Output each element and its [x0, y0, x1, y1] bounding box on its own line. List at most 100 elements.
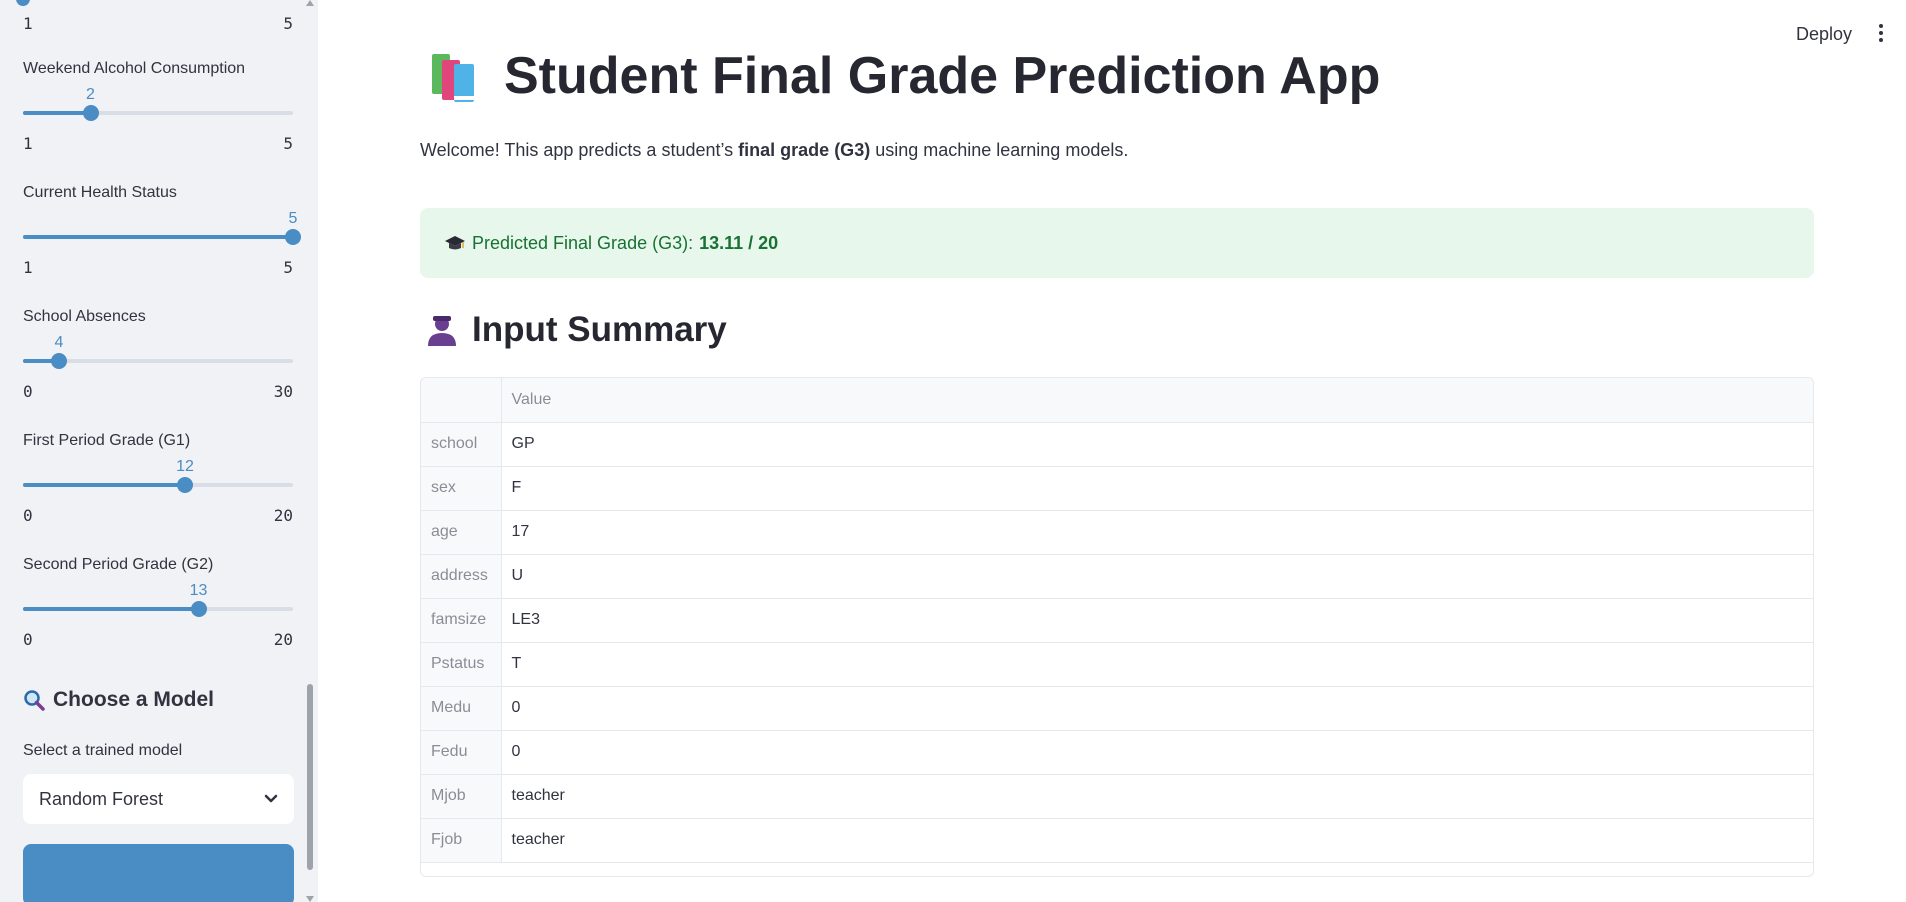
slider-fill: [23, 483, 185, 487]
chevron-down-icon: [264, 794, 278, 803]
slider-fill: [23, 235, 293, 239]
slider: Second Period Grade (G2) 13 0 20: [23, 556, 293, 666]
row-value: teacher: [501, 818, 1813, 863]
row-value: LE3: [501, 598, 1813, 643]
row-key: sex: [421, 466, 502, 511]
welcome-prefix: Welcome! This app predicts a student’s: [420, 140, 739, 160]
row-key: Fjob: [421, 818, 502, 863]
row-key: address: [421, 554, 502, 599]
row-key: Medu: [421, 686, 502, 731]
row-value: 0: [501, 730, 1813, 775]
slider-fill: [23, 111, 91, 115]
person-silhouette-icon: [428, 316, 456, 346]
slider-label: School Absences: [23, 308, 146, 325]
table-row: Mjob teacher: [421, 774, 1813, 819]
slider-thumb[interactable]: [177, 477, 193, 493]
row-key: Fedu: [421, 730, 502, 775]
slider-thumb[interactable]: [285, 229, 301, 245]
row-value: GP: [501, 422, 1813, 467]
row-key: school: [421, 422, 502, 467]
slider-min: 0: [23, 630, 33, 649]
table-row: address U: [421, 554, 1813, 599]
row-key: age: [421, 510, 502, 555]
slider-value: 4: [54, 334, 64, 351]
slider-min: 1: [23, 14, 33, 33]
slider-track[interactable]: [23, 601, 293, 617]
row-key: famsize: [421, 598, 502, 643]
row-value: T: [501, 642, 1813, 687]
scroll-down-icon[interactable]: [306, 896, 314, 902]
row-value: F: [501, 466, 1813, 511]
slider-min: 0: [23, 506, 33, 525]
slider-max: 5: [283, 134, 293, 153]
slider-value: 12: [176, 458, 194, 475]
summary-table[interactable]: Value school GP sex Fage 17 address Ufamsize LE…: [420, 377, 1814, 877]
table-row: famsize LE3: [421, 598, 1813, 643]
table-row: Fedu 0: [421, 730, 1813, 775]
page-title: Student Final Grade Prediction App: [428, 46, 1380, 106]
slider-label: First Period Grade (G1): [23, 432, 191, 449]
welcome-bold: final grade (G3): [738, 140, 871, 160]
table-row: Medu 0: [421, 686, 1813, 731]
graduation-cap-icon: [445, 236, 465, 250]
welcome-text: Welcome! This app predicts a student’s f…: [420, 140, 1128, 161]
slider-label: Weekend Alcohol Consumption: [23, 60, 246, 77]
slider-thumb[interactable]: [50, 353, 67, 369]
prediction-alert: Predicted Final Grade (G3): 13.11 / 20: [420, 208, 1814, 278]
slider-track[interactable]: [23, 353, 293, 369]
sidebar-scrollbar[interactable]: [306, 0, 314, 902]
slider: Current Health Status 5 1 5: [23, 184, 301, 294]
summary-title: Input Summary: [424, 310, 727, 350]
slider: Weekend Alcohol Consumption 2 1 5: [23, 60, 293, 170]
table-row: sex F: [421, 466, 1813, 511]
prediction-label: Predicted Final Grade (G3):: [472, 232, 694, 253]
summary-title-text: Input Summary: [472, 310, 727, 349]
slider-value: 5: [288, 210, 298, 227]
slider-max: 30: [273, 382, 293, 401]
table-row: school GP: [421, 422, 1813, 467]
row-value: 17: [501, 510, 1813, 555]
model-select-label: Select a trained model: [23, 742, 183, 759]
slider-thumb[interactable]: [16, 0, 30, 6]
slider-track[interactable]: [23, 105, 293, 121]
deploy-button[interactable]: Deploy: [1796, 24, 1852, 45]
page-title-text: Student Final Grade Prediction App: [504, 47, 1381, 105]
slider: School Absences 4 0 30: [23, 308, 293, 418]
sidebar: 1 5 Weekend Alcohol Consumption 2 1 5 Curren…: [0, 0, 318, 902]
slider-min: 1: [23, 258, 33, 277]
slider-partial-top: 1 5: [16, 0, 293, 40]
model-select[interactable]: Random Forest: [23, 774, 294, 824]
slider-label: Second Period Grade (G2): [23, 556, 214, 573]
slider-max: 5: [283, 14, 293, 33]
slider-value: 13: [189, 582, 208, 599]
prediction-value: 13.11 / 20: [699, 232, 779, 253]
welcome-suffix: using machine learning models.: [870, 140, 1129, 160]
predict-button[interactable]: [23, 844, 294, 902]
model-select-value: Random Forest: [39, 788, 164, 809]
slider: First Period Grade (G1) 12 0 20: [23, 432, 293, 542]
row-value: teacher: [501, 774, 1813, 819]
slider-label: Current Health Status: [23, 184, 177, 201]
row-value: U: [501, 554, 1813, 599]
scroll-up-icon[interactable]: [306, 0, 314, 6]
slider-track[interactable]: [23, 477, 293, 493]
table-row: Pstatus T: [421, 642, 1813, 687]
slider-max: 20: [273, 506, 293, 525]
model-section-title: Choose a Model: [23, 688, 214, 712]
slider-thumb[interactable]: [82, 105, 99, 121]
slider-min: 0: [23, 382, 33, 401]
table-row: age 17: [421, 510, 1813, 555]
table-row: Fjob teacher: [421, 818, 1813, 863]
row-key: Pstatus: [421, 642, 502, 687]
column-header-value: Value: [501, 378, 1813, 423]
scrollbar-thumb[interactable]: [307, 684, 313, 870]
more-menu-icon[interactable]: [1878, 24, 1884, 46]
model-section-title-text: Choose a Model: [53, 688, 215, 711]
slider-max: 5: [283, 258, 293, 277]
slider-track[interactable]: [23, 229, 301, 245]
slider-fill: [23, 607, 199, 611]
slider-max: 20: [273, 630, 293, 649]
table-corner: [421, 378, 502, 423]
slider-value: 2: [86, 86, 95, 103]
slider-thumb[interactable]: [190, 601, 207, 617]
